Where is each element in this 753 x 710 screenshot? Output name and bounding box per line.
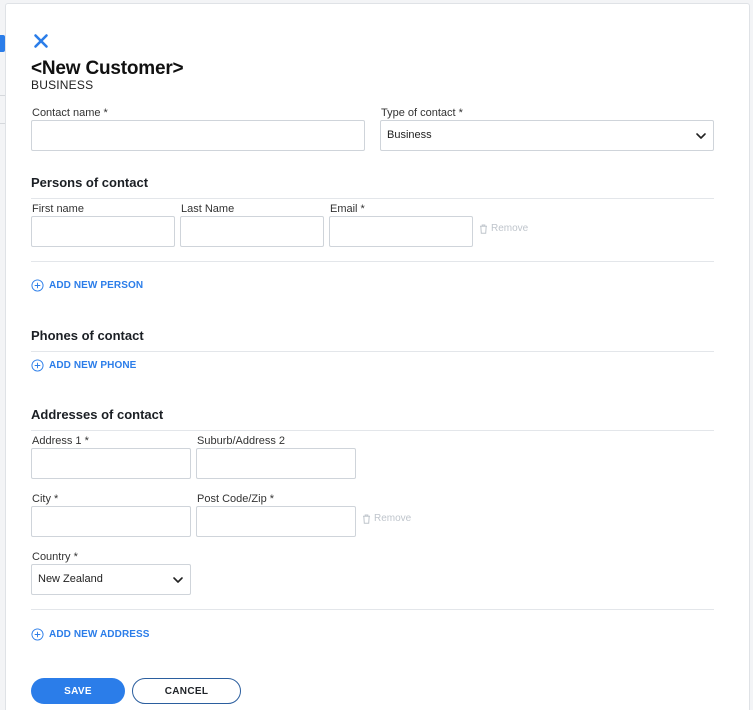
suburb-label: Suburb/Address 2: [197, 435, 286, 447]
address1-input[interactable]: [31, 448, 191, 479]
add-new-phone-label: ADD NEW PHONE: [49, 360, 137, 371]
new-customer-panel: <New Customer> BUSINESS Contact name * T…: [5, 3, 750, 710]
chevron-down-icon: [173, 577, 183, 583]
section-divider: [31, 261, 714, 262]
first-name-input[interactable]: [31, 216, 175, 247]
plus-circle-icon: [31, 628, 44, 641]
add-new-address-label: ADD NEW ADDRESS: [49, 629, 150, 640]
addresses-section-title: Addresses of contact: [31, 407, 164, 422]
email-label: Email *: [330, 203, 365, 215]
city-label: City *: [32, 493, 59, 505]
add-new-person-label: ADD NEW PERSON: [49, 280, 144, 291]
section-divider: [31, 609, 714, 610]
add-new-person-button[interactable]: ADD NEW PERSON: [31, 279, 143, 292]
remove-person-label: Remove: [491, 223, 529, 234]
last-name-input[interactable]: [180, 216, 324, 247]
last-name-label: Last Name: [181, 203, 235, 215]
contact-type-value: Business: [387, 129, 432, 141]
plus-circle-icon: [31, 279, 44, 292]
remove-address-button[interactable]: Remove: [362, 513, 411, 524]
trash-icon: [480, 224, 487, 234]
first-name-label: First name: [32, 203, 84, 215]
page-title: <New Customer>: [31, 58, 184, 79]
country-value: New Zealand: [38, 573, 103, 585]
remove-address-label: Remove: [374, 513, 412, 524]
close-button[interactable]: [33, 33, 49, 49]
close-icon: [34, 34, 48, 48]
plus-circle-icon: [31, 359, 44, 372]
section-divider: [31, 198, 714, 199]
postcode-input[interactable]: [196, 506, 356, 537]
city-input[interactable]: [31, 506, 191, 537]
page-subtitle: BUSINESS: [31, 78, 94, 92]
country-select[interactable]: New Zealand: [31, 564, 191, 595]
address1-label: Address 1 *: [32, 435, 89, 447]
contact-type-select[interactable]: Business: [380, 120, 714, 151]
contact-type-label: Type of contact *: [381, 107, 463, 119]
phones-section-title: Phones of contact: [31, 328, 144, 343]
postcode-label: Post Code/Zip *: [197, 493, 275, 505]
add-new-address-button[interactable]: ADD NEW ADDRESS: [31, 628, 150, 641]
country-label: Country *: [32, 551, 78, 563]
add-new-phone-button[interactable]: ADD NEW PHONE: [31, 359, 136, 372]
save-button[interactable]: SAVE: [31, 678, 125, 704]
section-divider: [31, 430, 714, 431]
cancel-button[interactable]: CANCEL: [132, 678, 241, 704]
suburb-input[interactable]: [196, 448, 356, 479]
contact-name-label: Contact name *: [32, 107, 108, 119]
chevron-down-icon: [696, 133, 706, 139]
section-divider: [31, 351, 714, 352]
remove-person-button[interactable]: Remove: [479, 223, 528, 234]
email-input[interactable]: [329, 216, 473, 247]
trash-icon: [363, 514, 370, 524]
persons-section-title: Persons of contact: [31, 175, 149, 190]
contact-name-input[interactable]: [31, 120, 365, 151]
